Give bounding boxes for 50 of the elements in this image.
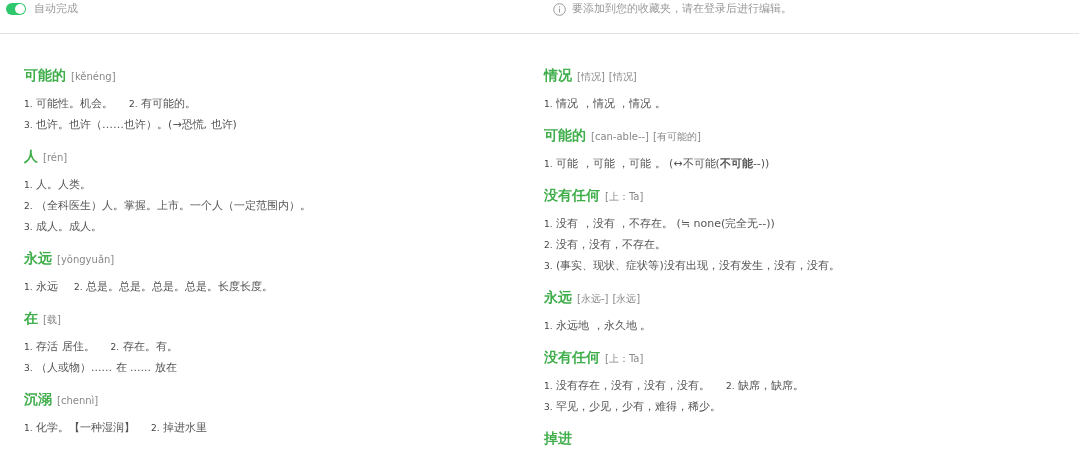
entry-word[interactable]: 在 bbox=[24, 310, 38, 328]
definition-text: 3. 成人。成人。 bbox=[24, 219, 103, 234]
definition-text: 1. 没有 ，没有 ，不存在。 (≒ none(完全无--)) bbox=[544, 216, 775, 231]
pronunciation-tag: [kěnéng] bbox=[71, 71, 116, 82]
definition-text: 2. 掉进水里 bbox=[151, 420, 208, 435]
definition-text: 1. 没有存在，没有，没有，没有。 bbox=[544, 378, 711, 393]
definition-text: 1. 可能性。机会。 bbox=[24, 96, 114, 111]
entry-word[interactable]: 没有任何 bbox=[544, 349, 600, 367]
pronunciation-tag: [永远-] bbox=[577, 292, 609, 306]
autocomplete-label: 自动完成 bbox=[34, 2, 78, 16]
pronunciation-tag: [永远] bbox=[612, 292, 641, 306]
entry-word[interactable]: 情况 bbox=[544, 67, 572, 85]
definition-text: 1. 可能 ，可能 ，可能 。 (↔不可能(不可能--)) bbox=[544, 156, 770, 171]
definition-text: 1. 永远 bbox=[24, 279, 59, 294]
pronunciation-tag: [上：Ta] bbox=[605, 190, 644, 204]
entry-word[interactable]: 可能的 bbox=[24, 67, 66, 85]
pronunciation-tag: [情况] bbox=[608, 70, 637, 84]
definition-text: 3. 罕见，少见，少有，难得，稀少。 bbox=[544, 399, 722, 414]
definition-text: 1. 化学。【一种湿润】 bbox=[24, 420, 136, 435]
definition-text: 1. 人。人类。 bbox=[24, 177, 92, 192]
pronunciation-tag: [上：Ta] bbox=[605, 352, 644, 366]
login-notice: 要添加到您的收藏夹，请在登录后进行编辑。 bbox=[572, 2, 792, 16]
entry-word[interactable]: 掉进 bbox=[544, 430, 572, 448]
pronunciation-tag: [yǒngyuǎn] bbox=[57, 254, 115, 265]
entry-word[interactable]: 人 bbox=[24, 148, 38, 166]
pronunciation-tag: [can-able--] bbox=[591, 131, 649, 142]
pronunciation-tag: [chennì] bbox=[57, 395, 99, 406]
definition-text: 1. 永远地 ，永久地 。 bbox=[544, 318, 652, 333]
entry-word[interactable]: 永远 bbox=[544, 289, 572, 307]
definition-text: 2. （全科医生）人。掌握。上市。一个人（一定范围内）。 bbox=[24, 198, 312, 213]
pronunciation-tag: [rén] bbox=[43, 152, 68, 163]
definition-text: 3. (事实、现状、症状等)没有出现，没有发生，没有，没有。 bbox=[544, 258, 840, 273]
definition-text: 2. 没有，没有，不存在。 bbox=[544, 237, 667, 252]
definition-text: 2. 存在。有。 bbox=[110, 339, 178, 354]
autocomplete-toggle[interactable] bbox=[6, 3, 26, 15]
info-icon bbox=[553, 3, 566, 16]
entry-word[interactable]: 可能的 bbox=[544, 127, 586, 145]
pronunciation-tag: [有可能的] bbox=[653, 130, 701, 144]
definition-text: 3. 也许。也许（……也许）。(→恐慌, 也许) bbox=[24, 117, 237, 132]
definition-text: 2. 总是。总是。总是。总是。长度长度。 bbox=[74, 279, 274, 294]
entry-word[interactable]: 永远 bbox=[24, 250, 52, 268]
definition-text: 3. （人或物）...... 在 ...... 放在 bbox=[24, 360, 177, 375]
definition-text: 1. 存活 居住。 bbox=[24, 339, 95, 354]
pronunciation-tag: [情况] bbox=[577, 70, 605, 84]
definition-text: 2. 有可能的。 bbox=[129, 96, 197, 111]
definition-text: 2. 缺席，缺席。 bbox=[726, 378, 805, 393]
entry-word[interactable]: 没有任何 bbox=[544, 187, 600, 205]
entry-word[interactable]: 沉溺 bbox=[24, 391, 52, 409]
definition-text: 1. 情况 ，情况 ，情况 。 bbox=[544, 96, 666, 111]
pronunciation-tag: [载] bbox=[43, 313, 61, 327]
